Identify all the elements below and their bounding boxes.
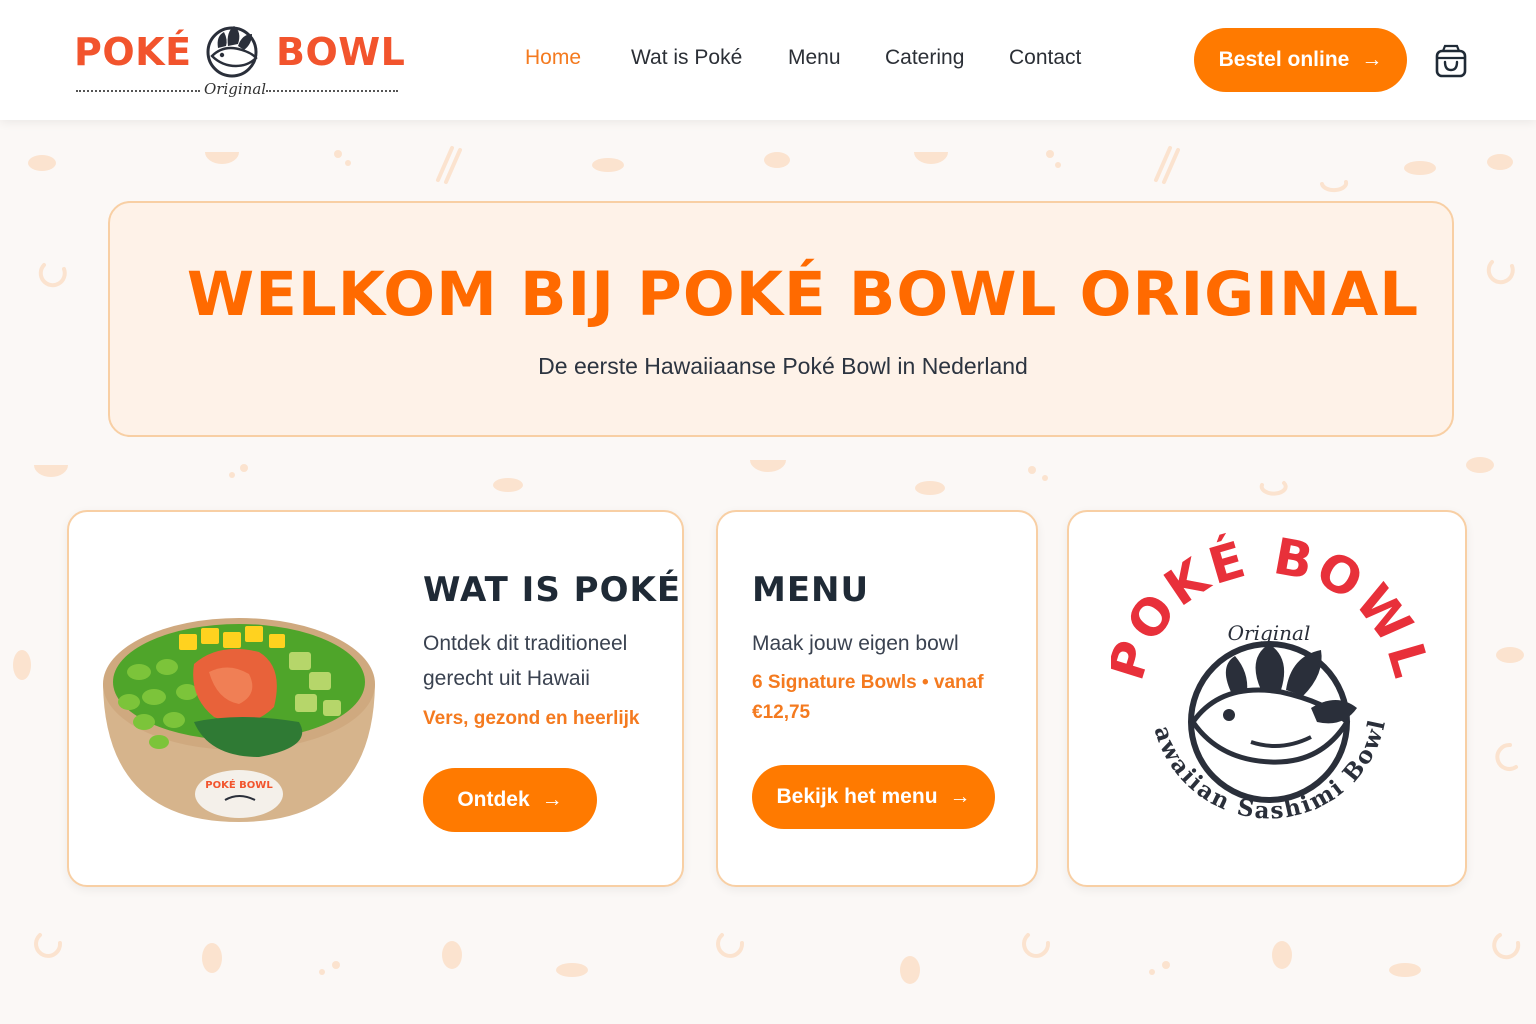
order-online-button[interactable]: Bestel online → xyxy=(1194,28,1407,92)
nav-contact[interactable]: Contact xyxy=(1009,46,1081,70)
view-menu-button[interactable]: Bekijk het menu → xyxy=(752,765,995,829)
logo-word-bowl: BOWL xyxy=(276,30,406,74)
hero-subtitle: De eerste Hawaiiaanse Poké Bowl in Neder… xyxy=(538,353,1028,379)
brand-logo[interactable]: POKÉ BOWL Original xyxy=(74,22,406,102)
nav-catering[interactable]: Catering xyxy=(885,46,964,70)
arrow-right-icon: → xyxy=(949,785,971,808)
logo-divider-right xyxy=(266,90,398,92)
ontdek-label: Ontdek xyxy=(457,788,530,811)
menu-price: €12,75 xyxy=(752,702,811,723)
card-wat-is-poke: POKÉ BOWL WAT IS POKÉ Ontdek dit traditi… xyxy=(67,510,684,887)
poke-bowl-emblem: POKÉ BOWL Original Hawaiian Sashimi Bowl… xyxy=(1111,532,1427,825)
card-menu: MENU Maak jouw eigen bowl 6 Signature Bo… xyxy=(716,510,1038,887)
bowl-sticker-label: POKÉ BOWL xyxy=(205,778,273,791)
logo-subtitle: Original xyxy=(204,80,267,98)
hero-title: WELKOM BIJ POKÉ BOWL ORIGINAL xyxy=(186,259,1420,330)
nav-wat-is-poke[interactable]: Wat is Poké xyxy=(631,46,742,70)
logo-word-poke: POKÉ xyxy=(74,30,192,74)
fish-bowl-logo-icon xyxy=(206,26,258,78)
view-menu-label: Bekijk het menu xyxy=(776,785,938,808)
order-online-label: Bestel online xyxy=(1218,48,1350,71)
nav-home[interactable]: Home xyxy=(525,46,581,70)
card-emblem: POKÉ BOWL Original Hawaiian Sashimi Bowl… xyxy=(1067,510,1467,887)
wat-is-poke-accent: Vers, gezond en heerlijk xyxy=(423,708,640,729)
wat-is-poke-text-line1: Ontdek dit traditioneel xyxy=(423,632,628,655)
wat-is-poke-title: WAT IS POKÉ xyxy=(423,570,682,610)
ontdek-button[interactable]: Ontdek → xyxy=(423,768,597,832)
menu-signature-bowls: 6 Signature Bowls • vanaf xyxy=(752,672,984,693)
arrow-right-icon: → xyxy=(1361,48,1383,71)
logo-divider-left xyxy=(76,90,200,92)
menu-card-title: MENU xyxy=(752,570,870,610)
nav-menu[interactable]: Menu xyxy=(788,46,841,70)
site-header: POKÉ BOWL Original Home Wat is Poké Menu… xyxy=(0,0,1536,120)
shopping-bag-icon[interactable] xyxy=(1432,42,1470,80)
arrow-right-icon: → xyxy=(541,788,563,811)
wat-is-poke-text-line2: gerecht uit Hawaii xyxy=(423,667,590,690)
menu-card-text: Maak jouw eigen bowl xyxy=(752,632,959,655)
poke-bowl-image: POKÉ BOWL xyxy=(103,618,375,822)
hero-banner: WELKOM BIJ POKÉ BOWL ORIGINAL De eerste … xyxy=(108,201,1454,437)
